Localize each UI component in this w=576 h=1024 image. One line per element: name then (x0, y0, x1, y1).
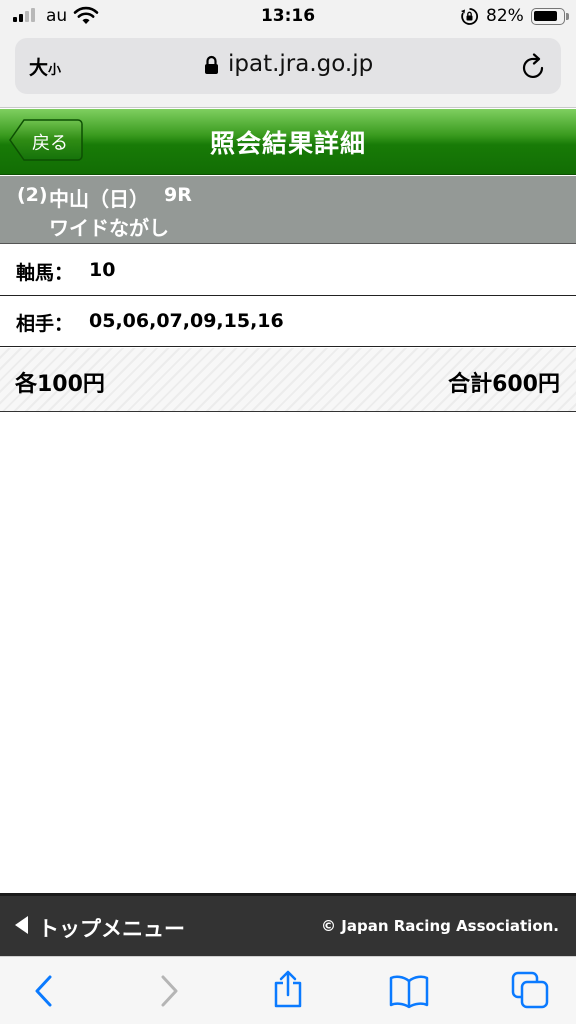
status-bar: au 13:16 82% (0, 0, 576, 34)
total-amount: 合計600円 (448, 372, 560, 397)
lock-icon (205, 55, 218, 74)
browser-address-area: 大小 ipat.jra.go.jp (0, 34, 576, 108)
race-info: (2) 中山（日） 9R ワイドながし (0, 176, 576, 244)
page-header: 戻る 照会結果詳細 (0, 109, 576, 175)
browser-toolbar (0, 956, 576, 1024)
partner-row: 相手： 05,06,07,09,15,16 (0, 296, 576, 347)
forward-icon[interactable] (157, 973, 181, 1009)
text-size-large: 大 (29, 57, 49, 79)
battery-icon (531, 8, 565, 25)
battery-percent: 82% (486, 6, 524, 26)
share-icon[interactable] (272, 969, 304, 1009)
address-bar[interactable]: 大小 ipat.jra.go.jp (15, 38, 561, 94)
bookmarks-icon[interactable] (389, 973, 429, 1009)
back-icon[interactable] (32, 973, 56, 1009)
each-amount: 各100円 (15, 372, 105, 397)
page-title: 照会結果詳細 (209, 129, 366, 158)
amount-bar: 各100円 合計600円 (0, 348, 576, 412)
bet-type: ワイドながし (49, 216, 169, 240)
axis-horse-label: 軸馬： (16, 262, 74, 284)
orientation-lock-icon (461, 8, 478, 25)
race-venue: 中山（日） (49, 187, 149, 211)
footer: トップメニュー © Japan Racing Association. (0, 893, 576, 956)
axis-horse-row: 軸馬： 10 (0, 245, 576, 296)
axis-horse-value: 10 (89, 259, 116, 281)
partner-value: 05,06,07,09,15,16 (89, 310, 284, 332)
reload-icon[interactable] (521, 53, 547, 80)
left-arrow-icon (15, 916, 28, 934)
partner-label: 相手： (16, 313, 74, 335)
race-entry-number: (2) (17, 184, 48, 206)
battery-tip (566, 13, 569, 20)
text-size-button[interactable]: 大小 (29, 53, 61, 80)
url-text[interactable]: ipat.jra.go.jp (228, 51, 373, 77)
copyright: © Japan Racing Association. (321, 917, 559, 935)
tabs-icon[interactable] (511, 971, 549, 1009)
text-size-small: 小 (48, 63, 62, 78)
top-menu-link[interactable]: トップメニュー (38, 913, 185, 943)
race-number: 9R (164, 184, 192, 206)
